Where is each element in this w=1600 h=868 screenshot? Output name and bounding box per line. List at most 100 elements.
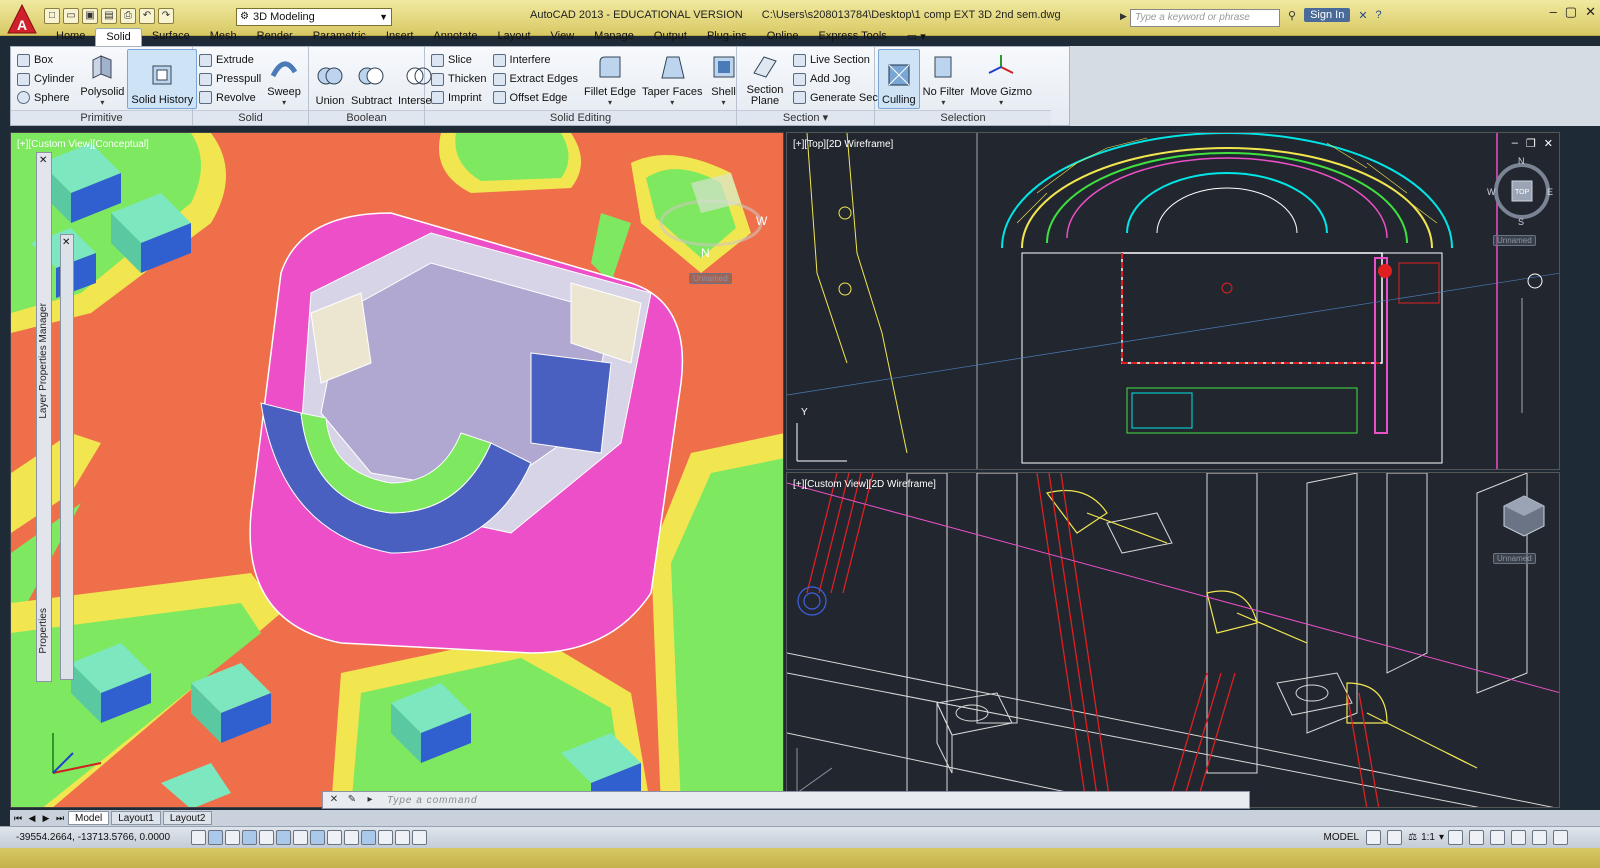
close-icon[interactable]: ✕ <box>62 237 70 248</box>
tab-output[interactable]: Output <box>644 28 697 46</box>
viewport-label-custom[interactable]: [+][Custom View][2D Wireframe] <box>793 479 936 490</box>
union-button[interactable]: Union <box>312 49 348 109</box>
maximize-icon[interactable]: ▢ <box>1565 4 1577 20</box>
coordinates-readout[interactable]: -39554.2664, -13713.5766, 0.0000 <box>16 832 191 843</box>
command-prompt-icon[interactable]: ▸ <box>363 793 377 807</box>
extract-edges-button[interactable]: Extract Edges <box>492 70 578 89</box>
open-file-icon[interactable]: ▭ <box>63 8 79 24</box>
minimize-icon[interactable]: – <box>1550 4 1557 20</box>
ortho-toggle[interactable] <box>242 830 257 845</box>
view-cube-bottom[interactable] <box>1499 491 1549 541</box>
viewport-top-wireframe[interactable]: Y [+][Top][2D Wireframe] – ❐ ✕ TOP N S E… <box>786 132 1560 470</box>
workspace-switching-icon[interactable] <box>1469 830 1484 845</box>
ribbon-minimize-toggle[interactable]: ▭ ▾ <box>897 28 936 46</box>
properties-palette-strip[interactable]: ✕ <box>60 234 74 680</box>
close-icon[interactable]: ✕ <box>1585 4 1596 20</box>
polar-toggle[interactable] <box>259 830 274 845</box>
polysolid-button[interactable]: Polysolid ▾ <box>77 49 127 109</box>
model-space-button[interactable]: MODEL <box>1321 831 1363 844</box>
section-plane-button[interactable]: Section Plane <box>740 49 790 109</box>
layout-tab-layout1[interactable]: Layout1 <box>111 811 161 825</box>
tab-mesh[interactable]: Mesh <box>200 28 247 46</box>
close-icon[interactable]: ✕ <box>39 155 47 166</box>
close-icon[interactable]: ✕ <box>327 793 341 807</box>
tab-layout[interactable]: Layout <box>487 28 540 46</box>
quick-properties-toggle[interactable] <box>395 830 410 845</box>
tab-render[interactable]: Render <box>247 28 303 46</box>
sweep-button[interactable]: Sweep ▾ <box>264 49 304 109</box>
slice-button[interactable]: Slice <box>431 51 487 70</box>
search-input[interactable]: Type a keyword or phrase <box>1130 9 1280 27</box>
solid-history-button[interactable]: Solid History <box>127 49 198 109</box>
layer-properties-palette[interactable]: ✕ Layer Properties Manager Properties <box>36 152 52 682</box>
selection-cycling-toggle[interactable] <box>412 830 427 845</box>
wrench-icon[interactable]: ✎ <box>345 793 359 807</box>
next-layout-icon[interactable]: ▶ <box>40 813 52 824</box>
lineweight-toggle[interactable] <box>361 830 376 845</box>
offset-edge-button[interactable]: Offset Edge <box>492 88 578 107</box>
sign-in-button[interactable]: Sign In <box>1304 8 1351 22</box>
tab-annotate[interactable]: Annotate <box>423 28 487 46</box>
command-input[interactable]: Type a command <box>387 795 478 806</box>
viewcube-menu-left[interactable]: Unnamed <box>689 273 732 284</box>
cylinder-button[interactable]: Cylinder <box>17 70 74 89</box>
extrude-button[interactable]: Extrude <box>199 51 261 70</box>
tab-home[interactable]: Home <box>46 28 95 46</box>
infer-constraints-toggle[interactable] <box>191 830 206 845</box>
help-icon[interactable]: ? <box>1376 9 1382 21</box>
culling-button[interactable]: Culling <box>878 49 920 109</box>
fillet-edge-button[interactable]: Fillet Edge ▾ <box>581 49 639 109</box>
undo-icon[interactable]: ↶ <box>139 8 155 24</box>
box-button[interactable]: Box <box>17 51 74 70</box>
tab-express-tools[interactable]: Express Tools <box>809 28 897 46</box>
first-layout-icon[interactable]: ⏮ <box>12 813 24 824</box>
sphere-button[interactable]: Sphere <box>17 88 74 107</box>
tab-plug-ins[interactable]: Plug-ins <box>697 28 757 46</box>
chevron-down-icon[interactable]: ▾ <box>1439 832 1444 843</box>
clean-screen-icon[interactable] <box>1553 830 1568 845</box>
annotation-visibility-icon[interactable] <box>1448 830 1463 845</box>
panel-title-section[interactable]: Section ▾ <box>737 110 874 125</box>
tab-online[interactable]: Online <box>757 28 809 46</box>
viewport-conceptual[interactable]: N W [+][Custom View][Conceptual] Unnamed <box>10 132 784 808</box>
no-filter-button[interactable]: No Filter ▾ <box>920 49 968 109</box>
snap-mode-toggle[interactable] <box>208 830 223 845</box>
annotation-scale-value[interactable]: 1:1 <box>1421 832 1435 843</box>
object-snap-tracking-toggle[interactable] <box>310 830 325 845</box>
viewcube-menu-top[interactable]: Unnamed <box>1493 235 1536 246</box>
viewport-label-top[interactable]: [+][Top][2D Wireframe] <box>793 139 893 150</box>
minimize-icon[interactable]: – <box>1512 137 1518 150</box>
isolate-objects-icon[interactable] <box>1532 830 1547 845</box>
grid-toggle[interactable] <box>225 830 240 845</box>
restore-icon[interactable]: ❐ <box>1526 137 1536 150</box>
move-gizmo-button[interactable]: Move Gizmo ▾ <box>967 49 1035 109</box>
view-cube-top[interactable]: TOP N S E W <box>1487 155 1557 235</box>
viewcube-menu-bottom[interactable]: Unnamed <box>1493 553 1536 564</box>
viewport-custom-wireframe[interactable]: [+][Custom View][2D Wireframe] Unnamed <box>786 472 1560 808</box>
chevron-right-icon[interactable]: ▶ <box>1120 11 1127 22</box>
prev-layout-icon[interactable]: ◀ <box>26 813 38 824</box>
new-file-icon[interactable]: □ <box>44 8 60 24</box>
thicken-button[interactable]: Thicken <box>431 70 487 89</box>
object-snap-toggle[interactable] <box>276 830 291 845</box>
tab-insert[interactable]: Insert <box>376 28 424 46</box>
transparency-toggle[interactable] <box>378 830 393 845</box>
hardware-acceleration-icon[interactable] <box>1511 830 1526 845</box>
exchange-icon[interactable]: ✕ <box>1358 9 1367 22</box>
binoculars-icon[interactable]: ⚲ <box>1288 9 1296 22</box>
tab-solid[interactable]: Solid <box>95 28 142 46</box>
layout-tab-layout2[interactable]: Layout2 <box>162 811 213 825</box>
quick-view-drawings-icon[interactable] <box>1387 830 1403 845</box>
imprint-button[interactable]: Imprint <box>431 88 487 107</box>
tab-view[interactable]: View <box>541 28 585 46</box>
presspull-button[interactable]: Presspull <box>199 70 261 89</box>
subtract-button[interactable]: Subtract <box>348 49 395 109</box>
save-as-icon[interactable]: ▤ <box>101 8 117 24</box>
interfere-button[interactable]: Interfere <box>492 51 578 70</box>
revolve-button[interactable]: Revolve <box>199 88 261 107</box>
allow-disallow-ucs-toggle[interactable] <box>327 830 342 845</box>
tab-parametric[interactable]: Parametric <box>303 28 376 46</box>
plot-icon[interactable]: ⎙ <box>120 8 136 24</box>
dynamic-input-toggle[interactable] <box>344 830 359 845</box>
workspace-dropdown[interactable]: ⚙ 3D Modeling ▼ <box>236 8 392 26</box>
